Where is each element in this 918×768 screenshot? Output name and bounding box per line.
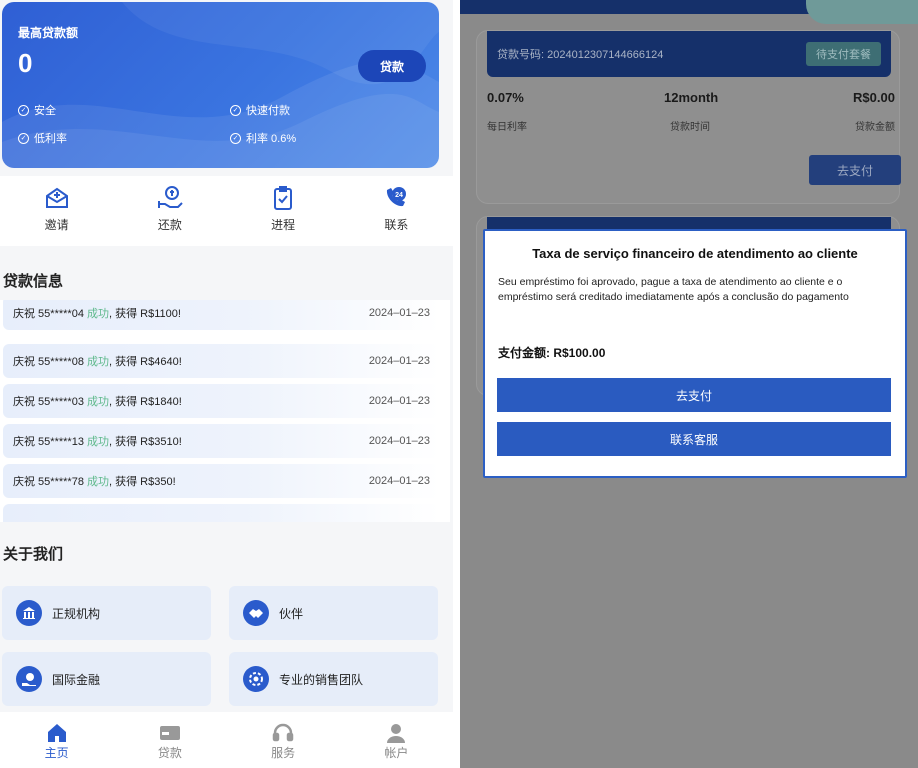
loan-info-title: 贷款信息 [3, 273, 64, 290]
max-loan-title: 最高贷款额 [18, 26, 79, 40]
loan-date: 2024–01–23 [368, 475, 430, 487]
feature-safe: ✓ 安全 [18, 102, 56, 118]
tab-label: 主页 [44, 746, 69, 760]
quick-progress[interactable]: 进程 [227, 176, 340, 246]
quick-contact[interactable]: 24 联系 [340, 176, 453, 246]
about-title: 关于我们 [3, 546, 64, 563]
check-circle-icon: ✓ [18, 104, 29, 116]
loan-message: 庆祝 55*****08 成功, 获得 R$4640! [13, 356, 182, 368]
progress-icon [274, 186, 293, 210]
about-card-sales-team[interactable]: 专业的销售团队 [229, 652, 438, 706]
dialog-message: Seu empréstimo foi aprovado, pague a tax… [498, 276, 849, 303]
quick-label: 还款 [157, 218, 182, 232]
daily-rate-label: 每日利率 [487, 122, 527, 133]
contact-24-icon: 24 [387, 187, 407, 207]
money-hand-icon [16, 666, 42, 692]
invite-icon [45, 187, 68, 208]
feature-label: 快速付款 [246, 105, 290, 117]
tab-home[interactable]: 主页 [0, 712, 113, 768]
service-fee-dialog: Taxa de serviço financeiro de atendiment… [483, 229, 907, 478]
feature-label: 安全 [34, 105, 56, 117]
quick-label: 邀请 [44, 218, 69, 232]
status-badge: 待支付套餐 [806, 42, 881, 66]
tab-account[interactable]: 帐户 [340, 712, 453, 768]
list-item: 庆祝 55*****78 成功, 获得 R$350! 2024–01–23 [3, 464, 440, 498]
check-circle-icon: ✓ [230, 132, 241, 144]
bank-icon [16, 600, 42, 626]
loan-message: 庆祝 55*****03 成功, 获得 R$1840! [13, 396, 182, 408]
user-icon [387, 724, 406, 743]
header-accent [806, 0, 918, 24]
tab-label: 帐户 [384, 746, 409, 760]
contact-service-button[interactable]: 联系客服 [497, 422, 891, 456]
list-item: 庆祝 55*****13 成功, 获得 R$3510! 2024–01–23 [3, 424, 440, 458]
quick-invite[interactable]: 邀请 [0, 176, 113, 246]
feature-label: 利率 0.6% [246, 133, 297, 145]
about-card-institution[interactable]: 正规机构 [2, 586, 211, 640]
about-card-label: 伙伴 [279, 606, 304, 621]
card-icon [159, 726, 180, 740]
loan-button[interactable]: 贷款 [358, 50, 426, 82]
quick-label: 进程 [271, 218, 296, 232]
repay-icon [157, 186, 183, 208]
quick-label: 联系 [384, 218, 409, 232]
loan-date: 2024–01–23 [368, 395, 430, 407]
feature-label: 低利率 [34, 133, 67, 145]
home-screen: 最高贷款额 0 贷款 ✓ 安全 ✓ 快速付款 ✓ 低利率 ✓ 利率 0.6% 邀… [0, 0, 453, 768]
about-card-finance[interactable]: 国际金融 [2, 652, 211, 706]
list-item [3, 504, 440, 522]
check-circle-icon: ✓ [18, 132, 29, 144]
feature-low-rate: ✓ 低利率 [18, 130, 67, 146]
check-circle-icon: ✓ [230, 104, 241, 116]
about-card-label: 专业的销售团队 [279, 672, 364, 687]
handshake-icon [243, 600, 269, 626]
order-card-header: 贷款号码: 2024012307144666124 待支付套餐 [487, 31, 891, 77]
quick-repay[interactable]: 还款 [113, 176, 226, 246]
about-card-partner[interactable]: 伙伴 [229, 586, 438, 640]
bottom-tab-bar: 主页 贷款 服务 帐户 [0, 712, 453, 768]
team-gear-icon [243, 666, 269, 692]
order-pay-button[interactable]: 去支付 [809, 155, 901, 185]
loan-date: 2024–01–23 [368, 355, 430, 367]
list-item: 庆祝 55*****04 成功, 获得 R$1100! 2024–01–23 [3, 300, 440, 330]
loan-limit-card: 最高贷款额 0 贷款 ✓ 安全 ✓ 快速付款 ✓ 低利率 ✓ 利率 0.6% [2, 2, 439, 168]
about-card-label: 国际金融 [52, 672, 101, 687]
loan-term-value: 12month [664, 90, 719, 105]
daily-rate-value: 0.07% [487, 90, 524, 105]
about-card-label: 正规机构 [52, 606, 101, 621]
headset-icon [272, 723, 294, 742]
tab-service[interactable]: 服务 [227, 712, 340, 768]
quick-actions: 邀请 还款 进程 24 联系 [0, 176, 453, 246]
loan-number: 贷款号码: 2024012307144666124 [497, 49, 664, 61]
tab-label: 贷款 [157, 746, 182, 760]
loan-message: 庆祝 55*****13 成功, 获得 R$3510! [13, 436, 182, 448]
loan-message: 庆祝 55*****04 成功, 获得 R$1100! [13, 308, 181, 320]
max-loan-amount: 0 [18, 48, 33, 78]
loan-info-list: 庆祝 55*****04 成功, 获得 R$1100! 2024–01–23 庆… [0, 300, 450, 522]
payment-amount: 支付金额: R$100.00 [498, 346, 606, 360]
dialog-title: Taxa de serviço financeiro de atendiment… [532, 246, 858, 261]
loan-amount-value: R$0.00 [853, 90, 895, 105]
home-icon [47, 724, 66, 742]
loan-term-label: 贷款时间 [670, 122, 710, 133]
list-item: 庆祝 55*****08 成功, 获得 R$4640! 2024–01–23 [3, 344, 440, 378]
feature-rate: ✓ 利率 0.6% [230, 130, 296, 146]
pay-button[interactable]: 去支付 [497, 378, 891, 412]
tab-loan[interactable]: 贷款 [113, 712, 226, 768]
svg-text:24: 24 [395, 192, 403, 199]
loan-date: 2024–01–23 [368, 435, 430, 447]
list-item: 庆祝 55*****03 成功, 获得 R$1840! 2024–01–23 [3, 384, 440, 418]
feature-fast-payment: ✓ 快速付款 [230, 102, 290, 118]
loan-date: 2024–01–23 [368, 307, 430, 319]
loan-amount-label: 贷款金额 [855, 122, 895, 133]
loan-message: 庆祝 55*****78 成功, 获得 R$350! [13, 476, 176, 488]
tab-label: 服务 [271, 746, 296, 760]
